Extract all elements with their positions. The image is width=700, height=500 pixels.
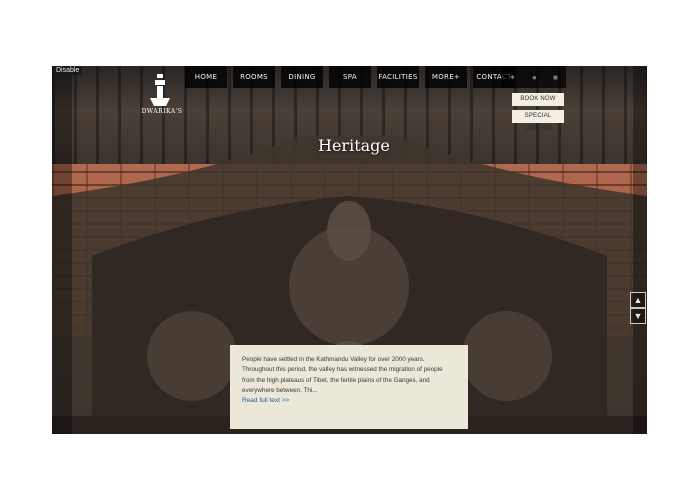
main-nav: HOME ROOMS DINING SPA FACILITIES MORE+ C… [185, 66, 521, 88]
twitter-icon[interactable]: ✦ [509, 73, 516, 82]
social-links: ✦ ● ■ [501, 66, 566, 88]
right-shade [633, 66, 647, 434]
read-more-link[interactable]: Read full text >> [242, 397, 456, 404]
social-icon[interactable]: ■ [553, 73, 558, 82]
nav-home[interactable]: HOME [185, 66, 227, 88]
pinterest-icon[interactable]: ● [532, 73, 537, 82]
logo-text[interactable]: DWARIKA'S [137, 108, 187, 115]
website-screenshot: Disable DWARIKA'S HOME ROOMS DINING SPA … [52, 66, 647, 434]
nav-dining[interactable]: DINING [281, 66, 323, 88]
special-offers-button[interactable]: SPECIAL OFFERS [512, 110, 564, 132]
nav-rooms[interactable]: ROOMS [233, 66, 275, 88]
scroll-down-icon[interactable]: ▼ [630, 308, 646, 324]
card-text: People have settled in the Kathmandu Val… [242, 356, 443, 395]
book-now-button[interactable]: BOOK NOW [512, 93, 564, 106]
nav-more[interactable]: MORE+ [425, 66, 467, 88]
nav-facilities[interactable]: FACILITIES [377, 66, 419, 88]
description-card: People have settled in the Kathmandu Val… [230, 345, 468, 429]
hero-heading: Heritage [318, 136, 390, 155]
scroll-up-icon[interactable]: ▲ [630, 292, 646, 308]
left-shade [52, 66, 72, 434]
disable-toggle[interactable]: Disable [53, 66, 83, 75]
nav-spa[interactable]: SPA [329, 66, 371, 88]
